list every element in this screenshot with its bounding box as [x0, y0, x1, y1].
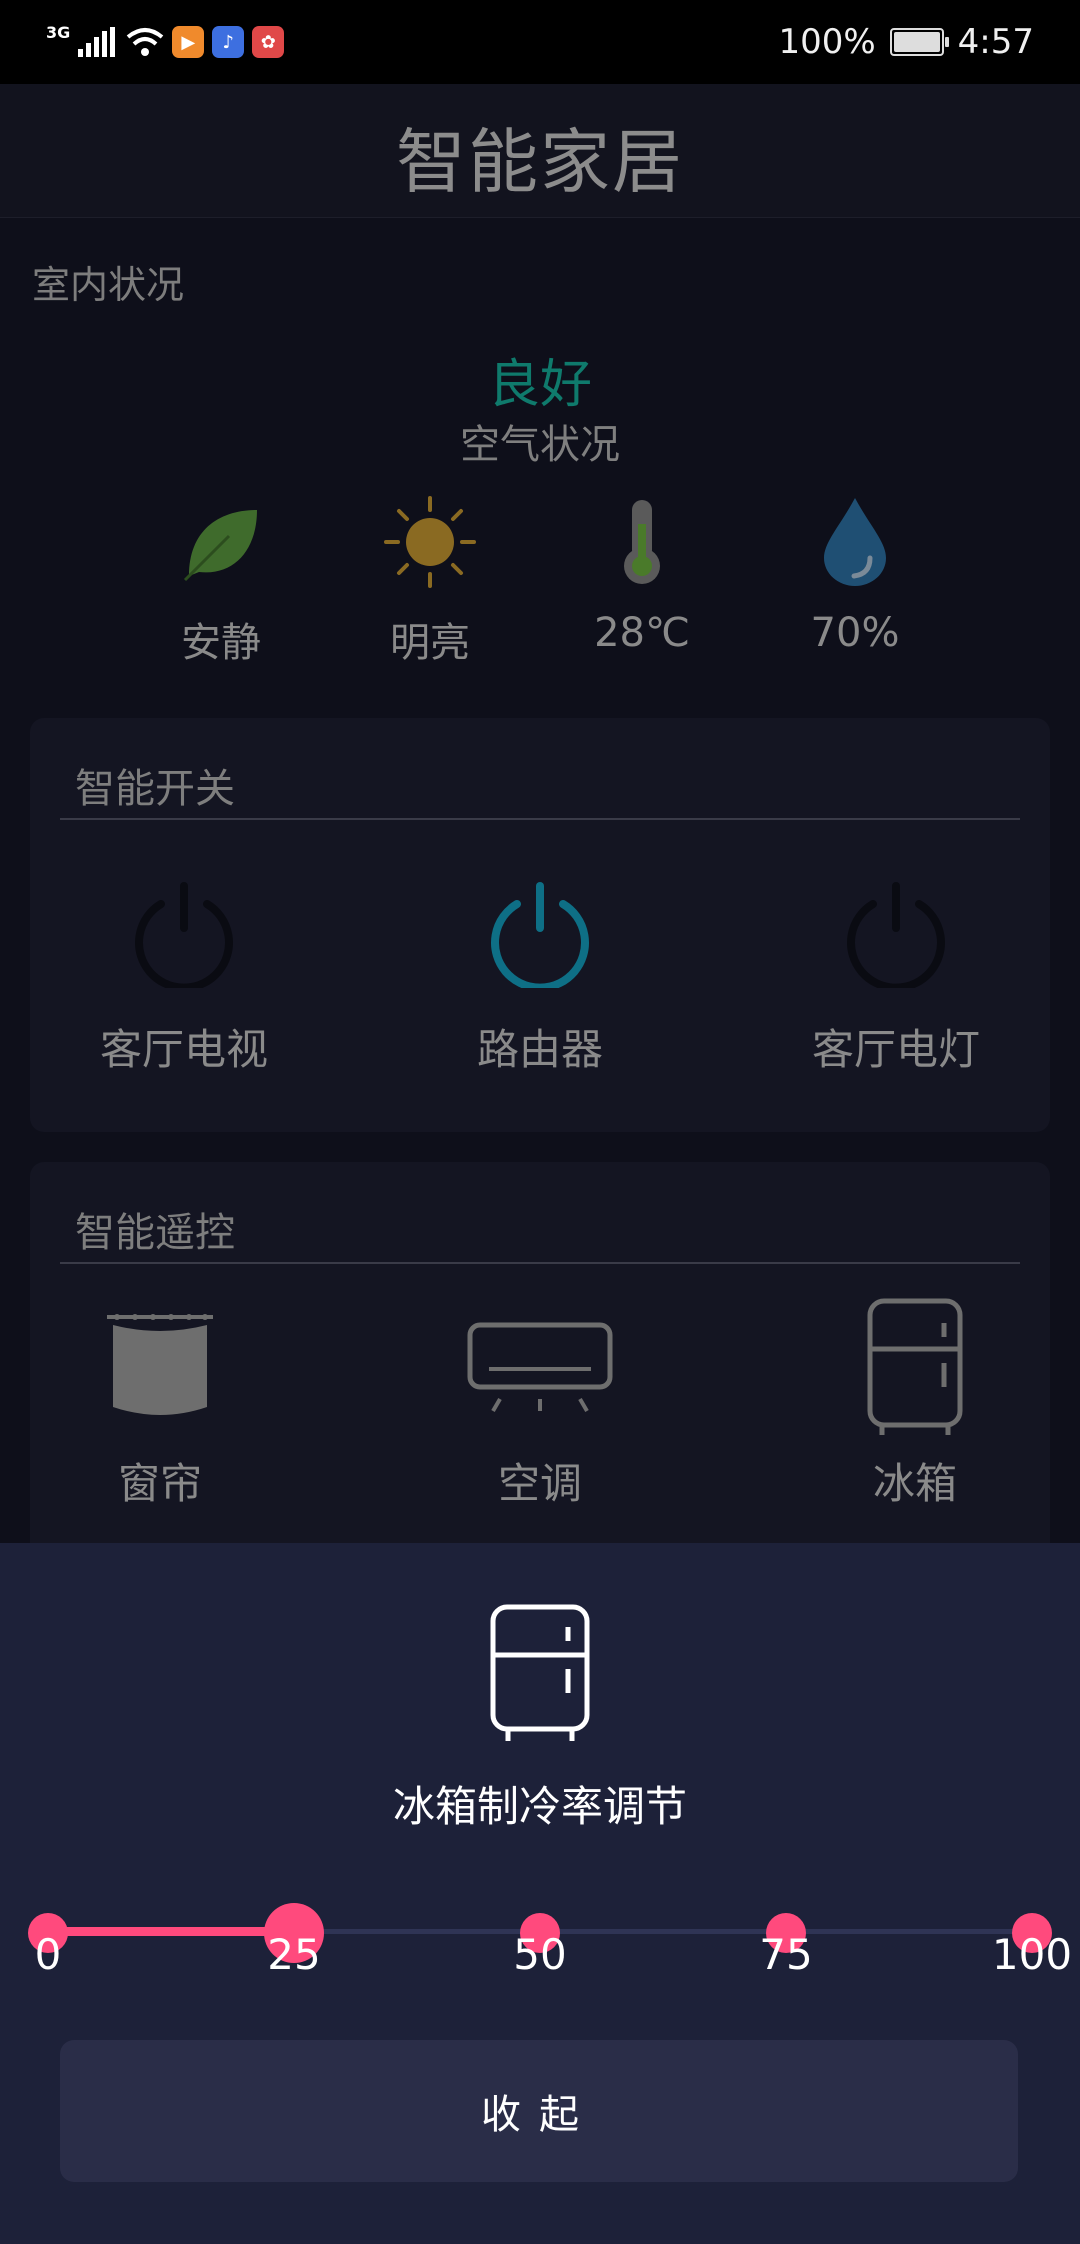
thermometer-icon: [624, 500, 660, 584]
wifi-icon: [126, 28, 164, 56]
switch-living-room-light[interactable]: 客厅电灯: [766, 858, 1026, 1077]
metric-label: 70%: [810, 610, 900, 656]
slider-fill: [48, 1927, 294, 1936]
metric-label: 安静: [181, 620, 261, 666]
card-title: 智能开关: [75, 766, 235, 812]
water-drop-icon: [824, 498, 886, 586]
battery-percent: 100%: [778, 22, 876, 62]
metric-light: 明亮: [330, 492, 530, 668]
status-icons-left: 3G ▶ ♪ ✿: [46, 20, 285, 64]
divider: [60, 1262, 1020, 1264]
signal-icon: [78, 27, 116, 57]
indoor-status-label: 室内状况: [32, 263, 185, 307]
sheet-title: 冰箱制冷率调节: [392, 1782, 687, 1831]
sun-icon: [384, 496, 476, 588]
power-icon: [847, 882, 945, 988]
card-title: 智能遥控: [75, 1210, 235, 1256]
air-quality-caption: 空气状况: [460, 422, 620, 468]
page-title: 智能家居: [396, 121, 684, 203]
remote-label: 空调: [497, 1459, 582, 1508]
collapse-button[interactable]: 收起: [60, 2040, 1018, 2182]
switch-label: 客厅电灯: [811, 1025, 980, 1074]
fridge-icon: [490, 1604, 590, 1741]
music-app-icon: ♪: [212, 26, 245, 58]
status-icons-right: 100% 4:57: [778, 20, 1034, 64]
smart-switch-card: 智能开关 客厅电视 路由器 客厅电灯: [30, 718, 1050, 1132]
metric-label: 28℃: [594, 610, 690, 656]
remote-curtain[interactable]: 窗帘: [30, 1292, 290, 1511]
switch-living-room-tv[interactable]: 客厅电视: [54, 858, 314, 1077]
switch-router[interactable]: 路由器: [410, 858, 670, 1077]
air-quality-value: 良好: [487, 355, 592, 415]
switch-label: 客厅电视: [99, 1025, 268, 1074]
app-header: 智能家居: [0, 84, 1080, 218]
metric-noise: 安静: [121, 492, 321, 668]
huawei-app-icon: ✿: [252, 26, 285, 58]
status-bar: 3G ▶ ♪ ✿ 100% 4:57: [0, 0, 1080, 84]
leaf-icon: [183, 510, 257, 582]
slider-tick-label: 75: [759, 1930, 813, 1979]
power-icon: [491, 882, 589, 988]
clock: 4:57: [957, 22, 1034, 62]
network-type: 3G: [46, 22, 71, 42]
metric-temperature: 28℃: [542, 492, 742, 656]
fridge-icon: [867, 1298, 963, 1435]
battery-icon: [889, 28, 949, 56]
remote-air-conditioner[interactable]: 空调: [410, 1292, 670, 1511]
slider-tick-label: 0: [34, 1930, 62, 1979]
video-app-icon: ▶: [172, 26, 205, 58]
air-conditioner-icon: [467, 1322, 613, 1413]
remote-label: 窗帘: [117, 1459, 202, 1508]
metric-humidity: 70%: [755, 492, 955, 656]
curtain-icon: [107, 1314, 213, 1415]
slider-tick-label: 25: [267, 1930, 321, 1979]
slider-tick-label: 50: [513, 1930, 567, 1979]
remote-fridge[interactable]: 冰箱: [785, 1292, 1045, 1511]
power-icon: [135, 882, 233, 988]
switch-label: 路由器: [476, 1025, 603, 1074]
slider-tick-label: 100: [991, 1930, 1073, 1979]
remote-label: 冰箱: [872, 1459, 957, 1508]
metric-label: 明亮: [390, 620, 470, 666]
divider: [60, 818, 1020, 820]
smart-remote-card: 智能遥控 窗帘 空调 冰箱: [30, 1162, 1050, 1582]
